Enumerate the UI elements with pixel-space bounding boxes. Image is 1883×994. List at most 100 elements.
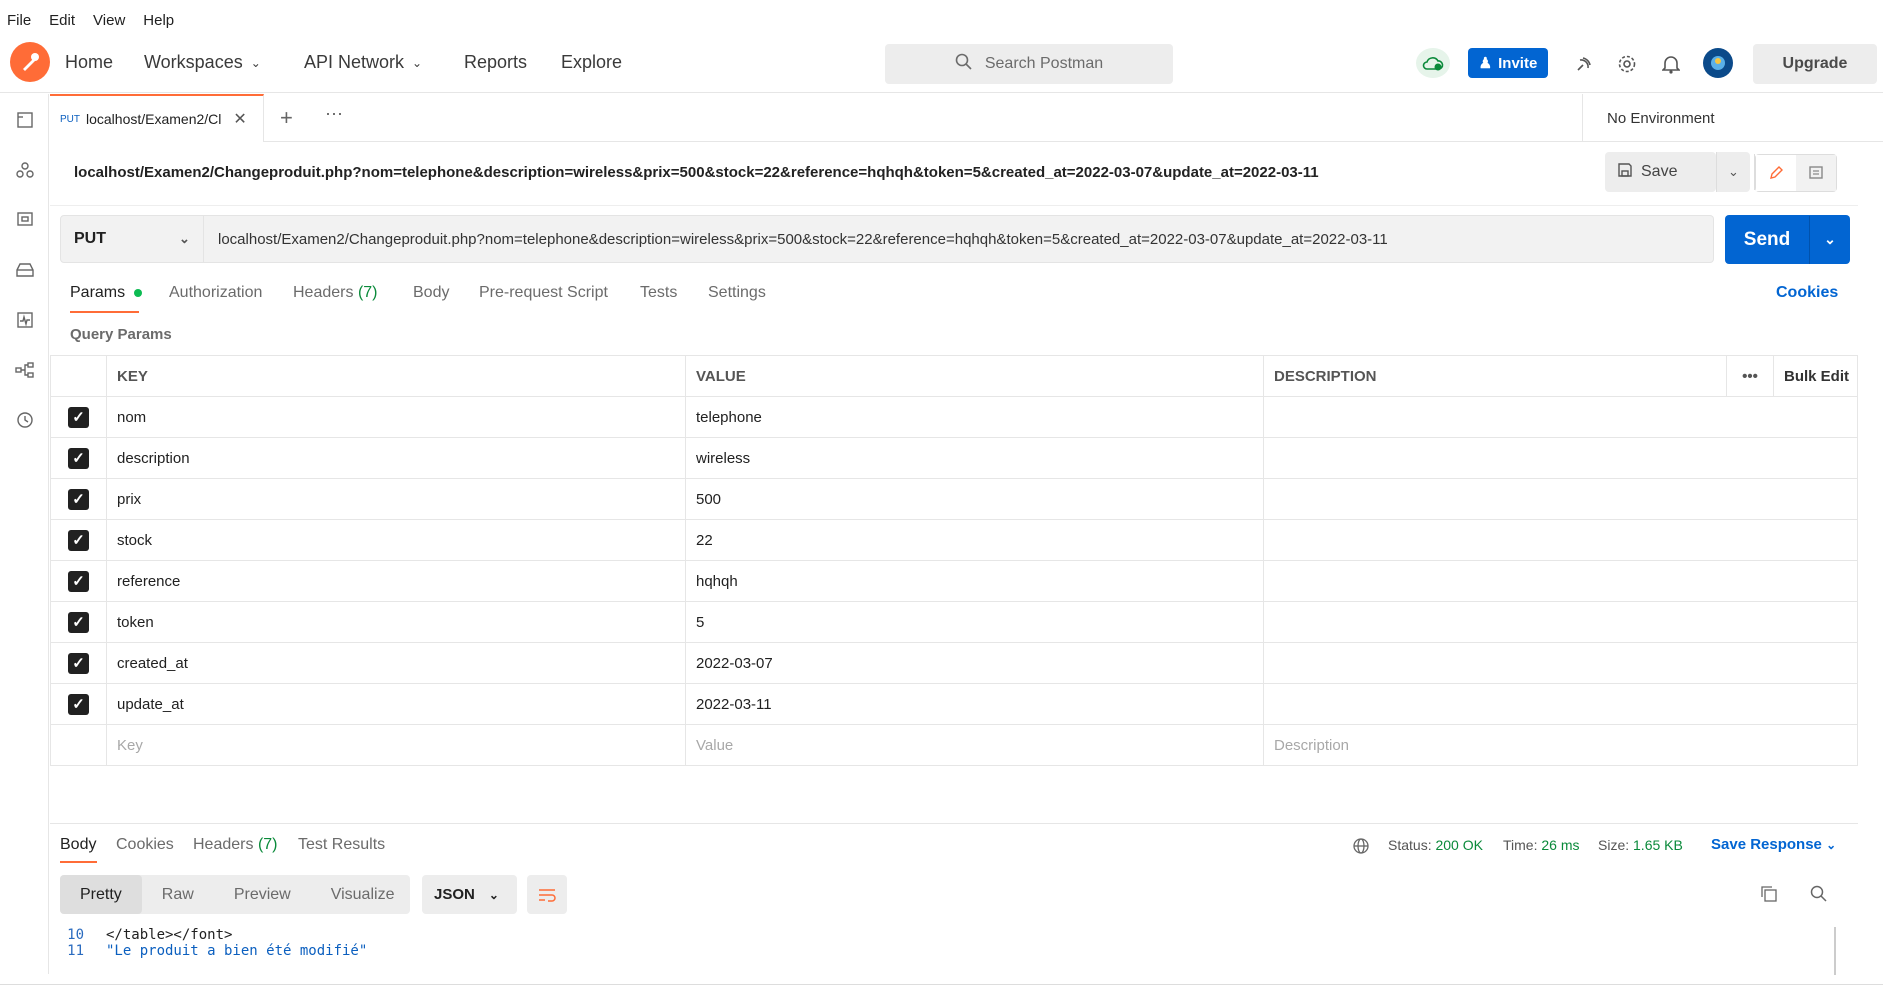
tab-params[interactable]: Params [70, 284, 142, 302]
row-checkbox[interactable]: ✓ [50, 683, 107, 725]
environments-icon[interactable] [13, 208, 37, 232]
documentation-icon[interactable] [1796, 155, 1836, 191]
flows-icon[interactable] [13, 358, 37, 382]
view-pretty[interactable]: Pretty [60, 875, 142, 914]
row-checkbox[interactable]: ✓ [50, 519, 107, 561]
close-icon[interactable]: ✕ [233, 109, 246, 129]
search-icon[interactable] [1810, 885, 1828, 907]
param-value[interactable]: telephone [685, 396, 1264, 438]
param-value[interactable]: 2022-03-11 [685, 683, 1264, 725]
param-value[interactable]: 22 [685, 519, 1264, 561]
apis-icon[interactable] [13, 158, 37, 182]
response-tab-headers[interactable]: Headers (7) [193, 836, 278, 854]
search-bar[interactable]: Search Postman [885, 44, 1173, 84]
tab-prerequest-script[interactable]: Pre-request Script [479, 284, 608, 302]
chevron-down-icon[interactable]: ⌄ [1810, 231, 1850, 248]
scrollbar[interactable] [1834, 927, 1836, 975]
mode-toggle[interactable] [1755, 154, 1837, 192]
param-value[interactable]: hqhqh [685, 560, 1264, 602]
globe-icon[interactable] [1352, 837, 1370, 858]
edit-icon[interactable] [1756, 155, 1796, 191]
row-checkbox[interactable]: ✓ [50, 642, 107, 684]
row-checkbox[interactable]: ✓ [50, 478, 107, 520]
tab-body[interactable]: Body [413, 284, 449, 302]
param-description[interactable] [1263, 478, 1858, 520]
key-input[interactable]: Key [106, 724, 686, 766]
response-tab-cookies[interactable]: Cookies [116, 836, 174, 854]
response-size[interactable]: Size: 1.65 KB [1598, 837, 1683, 853]
nav-api-network[interactable]: API Network ⌄ [304, 52, 422, 73]
param-key[interactable]: nom [106, 396, 686, 438]
param-key[interactable]: created_at [106, 642, 686, 684]
param-description[interactable] [1263, 683, 1858, 725]
row-checkbox[interactable]: ✓ [50, 601, 107, 643]
description-input[interactable]: Description [1263, 724, 1858, 766]
menu-view[interactable]: View [93, 12, 125, 29]
param-description[interactable] [1263, 396, 1858, 438]
wrap-lines-icon[interactable] [527, 875, 567, 914]
response-status[interactable]: Status: 200 OK [1388, 837, 1483, 853]
response-time[interactable]: Time: 26 ms [1503, 837, 1580, 853]
save-response-button[interactable]: Save Response ⌄ [1711, 836, 1836, 853]
postman-logo-icon[interactable] [10, 42, 50, 82]
menu-help[interactable]: Help [143, 12, 174, 29]
format-select[interactable]: JSON ⌄ [422, 875, 517, 914]
param-description[interactable] [1263, 601, 1858, 643]
nav-explore[interactable]: Explore [561, 52, 622, 73]
invite-button[interactable]: ♟ Invite [1468, 48, 1548, 78]
row-checkbox[interactable]: ✓ [50, 437, 107, 479]
tab-settings[interactable]: Settings [708, 284, 766, 302]
tab-request[interactable]: PUT localhost/Examen2/Cl ✕ [50, 94, 264, 142]
param-value[interactable]: 5 [685, 601, 1264, 643]
collections-icon[interactable] [13, 108, 37, 132]
avatar[interactable] [1703, 48, 1733, 78]
cookies-link[interactable]: Cookies [1776, 284, 1838, 302]
param-key[interactable]: token [106, 601, 686, 643]
more-icon[interactable]: ••• [1726, 355, 1774, 397]
upgrade-button[interactable]: Upgrade [1753, 44, 1877, 84]
new-tab-icon[interactable]: + [280, 105, 293, 131]
param-description[interactable] [1263, 437, 1858, 479]
nav-workspaces[interactable]: Workspaces ⌄ [144, 52, 261, 73]
tab-tests[interactable]: Tests [640, 284, 677, 302]
history-icon[interactable] [13, 408, 37, 432]
url-input[interactable]: localhost/Examen2/Changeproduit.php?nom=… [204, 215, 1714, 263]
method-select[interactable]: PUT ⌄ [60, 215, 204, 263]
response-tab-body[interactable]: Body [60, 836, 96, 854]
save-button[interactable]: Save [1605, 152, 1716, 192]
menu-file[interactable]: File [7, 12, 31, 29]
bulk-edit-button[interactable]: Bulk Edit [1773, 355, 1858, 397]
save-options-button[interactable]: ⌄ [1716, 152, 1750, 192]
tab-headers[interactable]: Headers (7) [293, 284, 378, 302]
param-value[interactable]: 500 [685, 478, 1264, 520]
nav-home[interactable]: Home [65, 52, 113, 73]
param-key[interactable]: reference [106, 560, 686, 602]
value-input[interactable]: Value [685, 724, 1264, 766]
menu-edit[interactable]: Edit [49, 12, 75, 29]
param-key[interactable]: description [106, 437, 686, 479]
response-tab-test-results[interactable]: Test Results [298, 836, 385, 854]
satellite-icon[interactable] [1572, 52, 1596, 76]
view-preview[interactable]: Preview [214, 886, 311, 904]
sync-status-icon[interactable] [1416, 48, 1450, 78]
row-checkbox[interactable]: ✓ [50, 560, 107, 602]
param-key[interactable]: stock [106, 519, 686, 561]
row-checkbox[interactable]: ✓ [50, 396, 107, 438]
param-value[interactable]: 2022-03-07 [685, 642, 1264, 684]
param-description[interactable] [1263, 560, 1858, 602]
monitors-icon[interactable] [13, 308, 37, 332]
response-body[interactable]: 10 </table></font> 11 "Le produit a bien é… [50, 927, 1830, 959]
view-visualize[interactable]: Visualize [311, 886, 415, 904]
request-name[interactable]: localhost/Examen2/Changeproduit.php?nom=… [74, 164, 1319, 181]
view-raw[interactable]: Raw [142, 886, 214, 904]
gear-icon[interactable] [1615, 52, 1639, 76]
copy-icon[interactable] [1760, 885, 1778, 907]
environment-selector[interactable]: No Environment ⌄ [1582, 94, 1882, 142]
param-description[interactable] [1263, 519, 1858, 561]
more-icon[interactable]: ⋯ [325, 104, 343, 125]
param-value[interactable]: wireless [685, 437, 1264, 479]
tab-authorization[interactable]: Authorization [169, 284, 262, 302]
send-button[interactable]: Send ⌄ [1725, 215, 1850, 264]
param-description[interactable] [1263, 642, 1858, 684]
param-key[interactable]: update_at [106, 683, 686, 725]
